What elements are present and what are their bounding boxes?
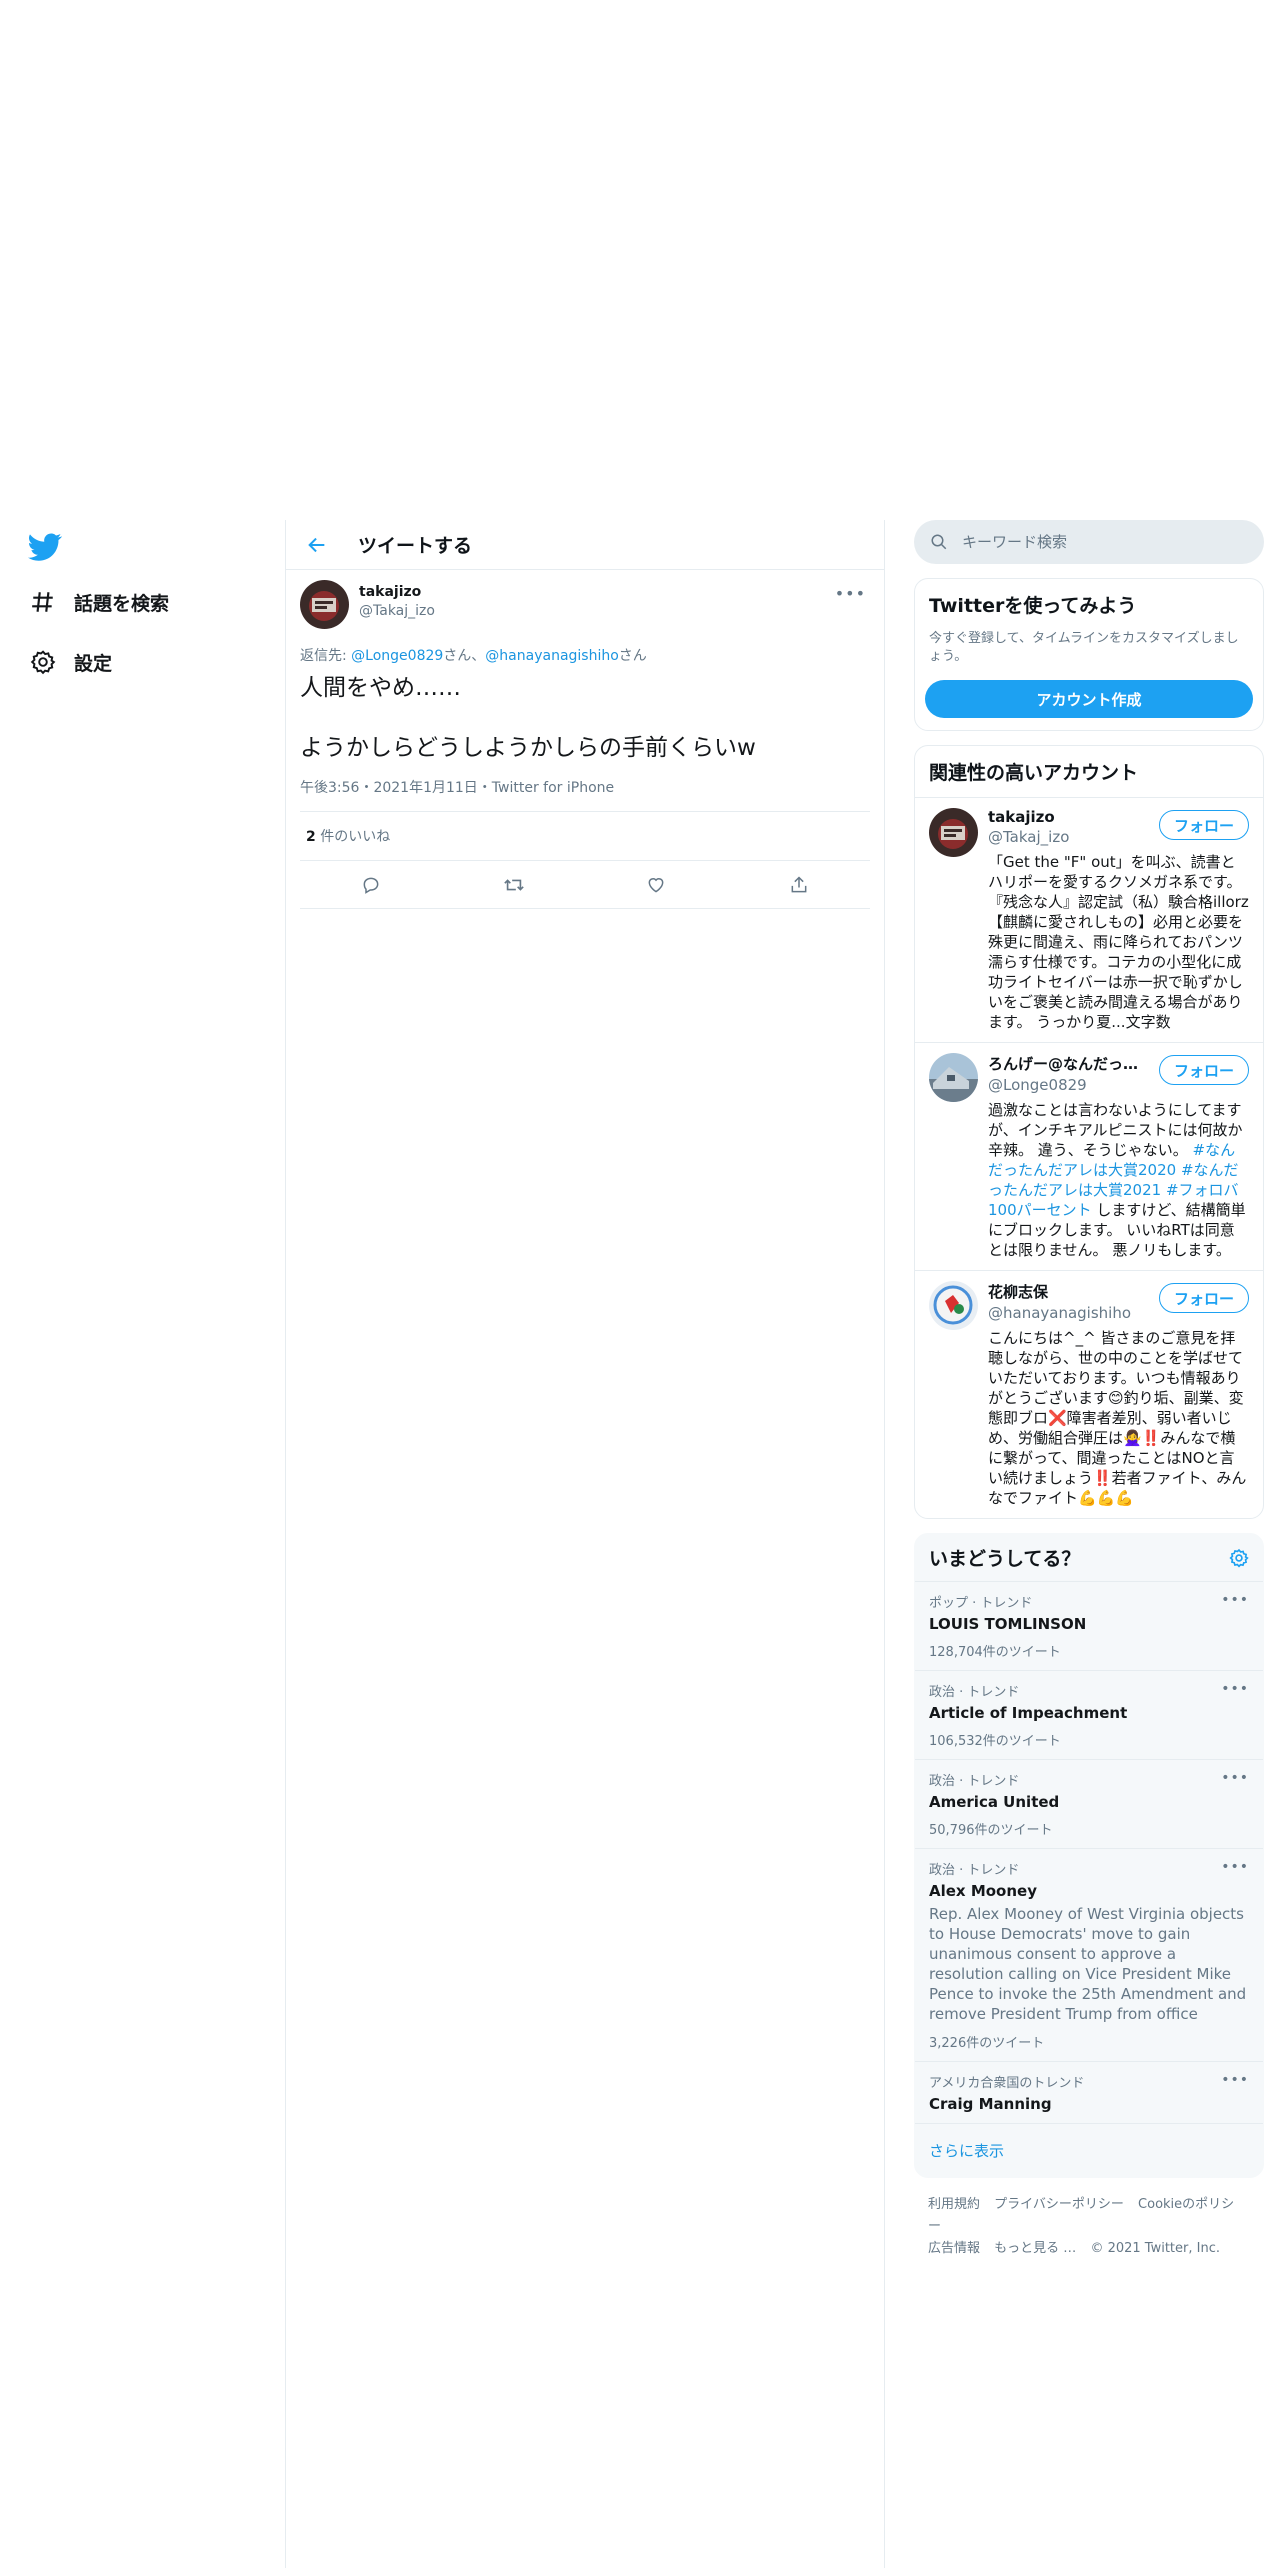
account-name[interactable]: 花柳志保 xyxy=(988,1281,1143,1302)
signup-card: Twitterを使ってみよう 今すぐ登録して、タイムラインをカスタマイズしましょ… xyxy=(914,578,1264,731)
trend-item[interactable]: ポップ · トレンド LOUIS TOMLINSON 128,704件のツイート… xyxy=(915,1581,1263,1670)
trend-name: Craig Manning xyxy=(929,2095,1052,2113)
like-icon[interactable] xyxy=(636,865,676,905)
trend-count: 128,704件のツイート xyxy=(929,1645,1061,1660)
trends-title: いまどうしてる？ xyxy=(929,1548,1081,1570)
trend-item[interactable]: 政治 · トレンド Article of Impeachment 106,532… xyxy=(915,1670,1263,1759)
signup-text: 今すぐ登録して、タイムラインをカスタマイズしましょう。 xyxy=(929,631,1239,664)
follow-button[interactable]: フォロー xyxy=(1158,810,1249,840)
avatar[interactable] xyxy=(929,1053,978,1102)
account-name[interactable]: ろんげー@なんだったんだアレは大賞2020 xyxy=(988,1053,1143,1074)
create-account-button[interactable]: アカウント作成 xyxy=(925,680,1253,718)
trend-description: Rep. Alex Mooney of West Virginia object… xyxy=(929,1905,1247,2023)
signup-title: Twitterを使ってみよう xyxy=(929,595,1137,617)
tweet-timestamp[interactable]: 午後3:56・2021年1月11日・Twitter for iPhone xyxy=(300,777,870,812)
gear-icon[interactable] xyxy=(1229,1548,1249,1568)
footer-link[interactable]: プライバシーポリシー xyxy=(994,2197,1124,2212)
like-count: 2 xyxy=(306,829,316,845)
like-label: 件のいいね xyxy=(315,829,391,845)
main-column: ツイートする takajizo @Takaj_izo ••• 返信先: @Lon… xyxy=(285,520,885,2568)
trend-name: Alex Mooney xyxy=(929,1882,1037,1900)
nav-settings-label: 設定 xyxy=(74,652,113,675)
tweet-text-line: ようかしらどうしようかしらの手前くらいw xyxy=(300,735,756,761)
trend-count: 50,796件のツイート xyxy=(929,1823,1053,1838)
more-options-icon[interactable]: ••• xyxy=(1221,1859,1249,1875)
avatar[interactable] xyxy=(929,1281,978,1330)
footer-link[interactable]: もっと見る … xyxy=(994,2241,1076,2256)
trend-context: 政治 · トレンド xyxy=(929,1863,1020,1878)
page-title: ツイートする xyxy=(358,535,473,557)
trend-item[interactable]: アメリカ合衆国のトレンド Craig Manning ••• xyxy=(915,2061,1263,2123)
tweet-actions xyxy=(300,861,870,909)
more-options-icon[interactable]: ••• xyxy=(835,584,866,603)
gear-icon xyxy=(28,647,58,677)
reply-to: 返信先: @Longe0829さん、@hanayanagishihoさん xyxy=(300,645,870,665)
right-sidebar: Twitterを使ってみよう 今すぐ登録して、タイムラインをカスタマイズしましょ… xyxy=(914,520,1264,2276)
account-name[interactable]: takajizo xyxy=(988,808,1143,826)
trend-item[interactable]: 政治 · トレンド Alex Mooney Rep. Alex Mooney o… xyxy=(915,1848,1263,2061)
reply-prefix: 返信先: xyxy=(300,648,352,664)
account-bio: 過激なことは言わないようにしてますが、インチキアルピニストには何故か辛辣。 違う… xyxy=(988,1100,1249,1260)
avatar[interactable] xyxy=(300,580,349,629)
back-button[interactable] xyxy=(302,530,332,560)
more-options-icon[interactable]: ••• xyxy=(1221,1770,1249,1786)
tweet-text-line: 人間をやめ…… xyxy=(300,675,461,701)
search-input[interactable] xyxy=(962,533,1222,551)
footer-link[interactable]: 利用規約 xyxy=(928,2197,980,2212)
trend-item[interactable]: 政治 · トレンド America United 50,796件のツイート ••… xyxy=(915,1759,1263,1848)
follow-button[interactable]: フォロー xyxy=(1158,1055,1249,1085)
reply-suffix: さん xyxy=(618,648,647,664)
reply-suffix: さん、 xyxy=(443,648,486,664)
more-options-icon[interactable]: ••• xyxy=(1221,1592,1249,1608)
like-stats[interactable]: 2 件のいいね xyxy=(300,812,870,861)
reply-user-link[interactable]: @Longe0829 xyxy=(351,648,443,664)
related-accounts-card: 関連性の高いアカウント takajizo @Takaj_izo 「Get the… xyxy=(914,745,1264,1519)
trend-context: アメリカ合衆国のトレンド xyxy=(929,2076,1085,2091)
trend-context: 政治 · トレンド xyxy=(929,1774,1020,1789)
account-item[interactable]: 花柳志保 @hanayanagishiho こんにちは^_^ 皆さまのご意見を拝… xyxy=(915,1270,1263,1518)
trend-name: America United xyxy=(929,1793,1060,1811)
copyright: © 2021 Twitter, Inc. xyxy=(1090,2241,1220,2256)
related-title: 関連性の高いアカウント xyxy=(929,762,1139,784)
more-options-icon[interactable]: ••• xyxy=(1221,1681,1249,1697)
nav-explore-label: 話題を検索 xyxy=(74,592,170,615)
account-bio: こんにちは^_^ 皆さまのご意見を拝聴しながら、世の中のことを学ばせていただいて… xyxy=(988,1329,1247,1507)
twitter-logo-icon[interactable] xyxy=(28,530,62,564)
show-more-link[interactable]: さらに表示 xyxy=(915,2123,1263,2177)
trend-count: 3,226件のツイート xyxy=(929,2036,1045,2051)
main-header: ツイートする xyxy=(286,520,884,570)
hashtag-icon xyxy=(28,587,58,617)
reply-user-link[interactable]: @hanayanagishiho xyxy=(485,648,619,664)
nav-settings[interactable]: 設定 xyxy=(28,642,112,682)
trend-name: LOUIS TOMLINSON xyxy=(929,1615,1087,1633)
reply-icon[interactable] xyxy=(351,865,391,905)
arrow-left-icon xyxy=(308,537,325,552)
more-options-icon[interactable]: ••• xyxy=(1221,2072,1249,2088)
tweet-author: takajizo @Takaj_izo xyxy=(300,580,870,629)
search-icon xyxy=(931,534,947,550)
retweet-icon[interactable] xyxy=(494,865,534,905)
tweet: takajizo @Takaj_izo ••• 返信先: @Longe0829さ… xyxy=(286,570,884,909)
footer: 利用規約 プライバシーポリシー Cookieのポリシー 広告情報 もっと見る …… xyxy=(914,2178,1264,2276)
account-item[interactable]: ろんげー@なんだったんだアレは大賞2020 @Longe0829 過激なことは言… xyxy=(915,1042,1263,1270)
nav-explore[interactable]: 話題を検索 xyxy=(28,582,169,622)
trend-count: 106,532件のツイート xyxy=(929,1734,1061,1749)
avatar[interactable] xyxy=(929,808,978,857)
left-nav: 話題を検索 設定 xyxy=(0,520,285,2568)
trends-card: いまどうしてる？ ポップ · トレンド LOUIS TOMLINSON 128,… xyxy=(914,1533,1264,2178)
follow-button[interactable]: フォロー xyxy=(1158,1283,1249,1313)
author-name[interactable]: takajizo xyxy=(359,584,435,600)
trend-name: Article of Impeachment xyxy=(929,1704,1128,1722)
trend-context: 政治 · トレンド xyxy=(929,1685,1020,1700)
trend-context: ポップ · トレンド xyxy=(929,1596,1033,1611)
search-box[interactable] xyxy=(914,520,1264,564)
footer-link[interactable]: 広告情報 xyxy=(928,2241,980,2256)
author-handle[interactable]: @Takaj_izo xyxy=(359,603,435,619)
share-icon[interactable] xyxy=(779,865,819,905)
account-item[interactable]: takajizo @Takaj_izo 「Get the "F" out」を叫ぶ… xyxy=(915,797,1263,1042)
tweet-text: 人間をやめ…… ようかしらどうしようかしらの手前くらいw xyxy=(300,673,870,763)
account-bio: 「Get the "F" out」を叫ぶ、読書とハリポーを愛するクソメガネ系です… xyxy=(988,853,1249,1031)
